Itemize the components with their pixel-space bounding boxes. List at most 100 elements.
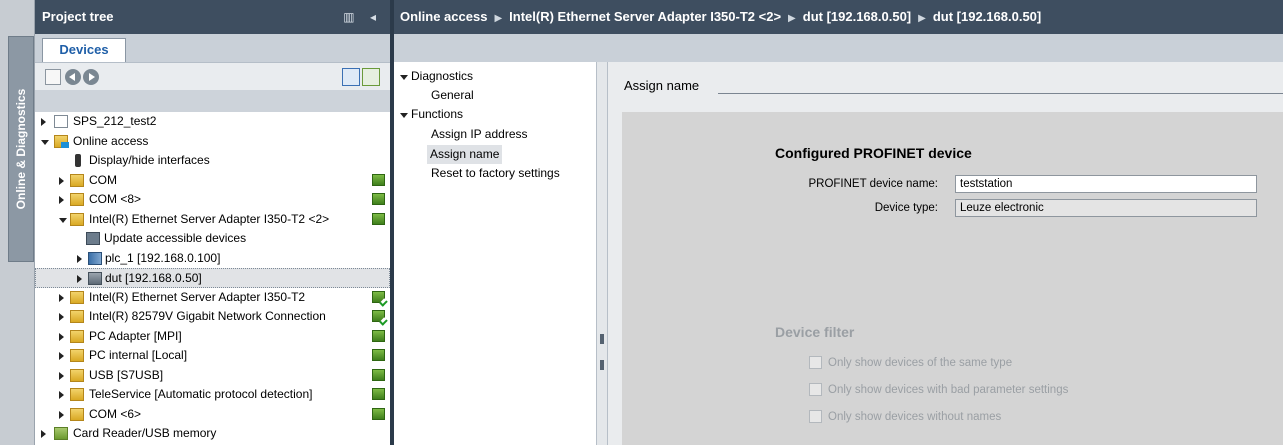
expand-arrow-icon[interactable]	[59, 352, 64, 360]
tree-item-update-accessible-devices[interactable]: Update accessible devices	[35, 229, 390, 249]
overview-icon[interactable]	[342, 68, 360, 86]
expand-arrow-icon[interactable]	[59, 293, 64, 302]
tree-toolbar	[35, 62, 390, 90]
tree-item-com-6[interactable]: COM <6>	[35, 405, 390, 425]
expand-arrow-icon[interactable]	[77, 275, 82, 283]
side-tab-label: Online & Diagnostics	[14, 88, 28, 210]
filter-label: Only show devices with bad parameter set…	[828, 384, 1069, 396]
tree-item-label: PC Adapter [MPI]	[89, 328, 182, 343]
nav-functions[interactable]: Functions	[411, 105, 463, 124]
breadcrumb-item[interactable]: dut [192.168.0.50]	[803, 9, 911, 24]
tree-item-com-8[interactable]: COM <8>	[35, 190, 390, 210]
splitter-grip-icon[interactable]	[600, 334, 604, 344]
device-type-field: Leuze electronic	[955, 199, 1257, 217]
tree-item-teleservice[interactable]: TeleService [Automatic protocol detectio…	[35, 385, 390, 405]
expand-arrow-icon[interactable]	[59, 391, 64, 399]
folder-icon	[70, 212, 84, 226]
network-icon	[86, 232, 100, 245]
tree-item-label: SPS_212_test2	[73, 114, 157, 128]
tree-item-label: PC internal [Local]	[89, 348, 188, 362]
breadcrumb-separator-icon: ▶	[918, 13, 926, 24]
folder-icon	[70, 329, 84, 343]
device-filter-title: Device filter	[775, 324, 855, 340]
nav-assign-name[interactable]: Assign name	[427, 145, 503, 164]
tree-item-intel-82579v[interactable]: Intel(R) 82579V Gigabit Network Connecti…	[35, 307, 390, 327]
online-access-icon	[54, 134, 69, 148]
status-ok-icon	[372, 388, 385, 400]
collapse-arrow-icon[interactable]	[41, 139, 49, 145]
status-ok-icon	[372, 329, 385, 342]
breadcrumb: Online access ▶ Intel(R) Ethernet Server A…	[394, 0, 1283, 34]
card-reader-icon	[54, 427, 68, 440]
tree-item-intel-adapter-2[interactable]: Intel(R) Ethernet Server Adapter I350-T2…	[35, 210, 390, 230]
tree-item-label: Online access	[73, 133, 149, 148]
nav-reset-factory-settings[interactable]: Reset to factory settings	[431, 164, 560, 183]
status-ok-icon	[372, 407, 385, 420]
expand-arrow-icon[interactable]	[59, 313, 64, 321]
tree-tab-row: Devices	[35, 34, 390, 62]
tree-item-label: plc_1 [192.168.0.100]	[105, 250, 221, 265]
split-view-icon[interactable]	[362, 68, 380, 86]
checkbox[interactable]	[809, 356, 822, 369]
expand-arrow-icon[interactable]	[59, 196, 64, 204]
tree-item-pc-internal[interactable]: PC internal [Local]	[35, 346, 390, 366]
tree-item-com[interactable]: COM	[35, 171, 390, 191]
expand-arrow-icon[interactable]	[41, 118, 46, 126]
tree-item-label: Update accessible devices	[104, 231, 247, 245]
tree-item-label: COM <6>	[89, 406, 142, 421]
new-item-icon[interactable]	[45, 69, 61, 85]
expand-arrow-icon[interactable]	[59, 176, 64, 185]
section-title: Assign name	[624, 78, 700, 93]
tree-item-usb[interactable]: USB [S7USB]	[35, 366, 390, 386]
folder-icon	[70, 407, 84, 421]
project-icon	[54, 115, 68, 128]
navigation-splitter[interactable]	[596, 62, 608, 445]
nav-general[interactable]: General	[431, 86, 474, 105]
breadcrumb-item[interactable]: Intel(R) Ethernet Server Adapter I350-T2…	[509, 9, 781, 24]
profinet-device-name-input[interactable]: teststation	[955, 175, 1257, 193]
section-divider	[718, 93, 1283, 94]
side-tab-strip: Online & Diagnostics	[0, 0, 35, 445]
configured-device-title: Configured PROFINET device	[775, 145, 972, 161]
forward-icon[interactable]	[83, 69, 99, 85]
tree-item-online-access[interactable]: Online access	[35, 132, 390, 152]
checkbox[interactable]	[809, 410, 822, 423]
tree-item-label: Display/hide interfaces	[89, 153, 210, 167]
expand-arrow-icon[interactable]	[41, 430, 46, 438]
folder-icon	[70, 368, 84, 382]
tab-devices[interactable]: Devices	[42, 38, 126, 62]
status-ok-icon	[372, 368, 385, 381]
nav-assign-ip-address[interactable]: Assign IP address	[431, 125, 528, 144]
status-ok-icon	[372, 173, 385, 186]
tree-item-plc-1[interactable]: plc_1 [192.168.0.100]	[35, 249, 390, 269]
tree-item-dut[interactable]: dut [192.168.0.50]	[35, 268, 390, 288]
collapse-arrow-icon[interactable]	[400, 113, 408, 118]
tree-item-display-hide-interfaces[interactable]: Display/hide interfaces	[35, 151, 390, 171]
breadcrumb-item[interactable]: dut [192.168.0.50]	[933, 9, 1041, 24]
tree-item-project[interactable]: SPS_212_test2	[35, 112, 390, 132]
back-icon[interactable]	[65, 69, 81, 85]
collapse-panel-icon[interactable]: ▥ ◂	[343, 0, 382, 34]
expand-arrow-icon[interactable]	[77, 254, 82, 263]
collapse-arrow-icon[interactable]	[59, 217, 67, 223]
splitter-grip-icon[interactable]	[600, 360, 604, 370]
online-diagnostics-side-tab[interactable]: Online & Diagnostics	[8, 36, 34, 262]
status-ok-check-icon	[372, 310, 385, 322]
tree-item-card-reader[interactable]: Card Reader/USB memory	[35, 424, 390, 444]
nav-diagnostics[interactable]: Diagnostics	[411, 67, 473, 86]
editor-subbar	[394, 34, 1283, 62]
tree-item-pc-adapter[interactable]: PC Adapter [MPI]	[35, 327, 390, 347]
expand-arrow-icon[interactable]	[59, 371, 64, 380]
tree-item-label: COM	[89, 172, 117, 187]
expand-arrow-icon[interactable]	[59, 332, 64, 341]
tree-item-label: TeleService [Automatic protocol detectio…	[89, 387, 313, 401]
expand-arrow-icon[interactable]	[59, 410, 64, 419]
collapse-arrow-icon[interactable]	[400, 75, 408, 80]
breadcrumb-item[interactable]: Online access	[400, 9, 487, 24]
tree-item-intel-adapter[interactable]: Intel(R) Ethernet Server Adapter I350-T2	[35, 288, 390, 308]
checkbox[interactable]	[809, 383, 822, 396]
tree-item-label: COM <8>	[89, 192, 142, 206]
tree-item-label: USB [S7USB]	[89, 367, 164, 382]
project-tree-header: Project tree ▥ ◂	[35, 0, 390, 34]
folder-icon	[70, 290, 84, 304]
